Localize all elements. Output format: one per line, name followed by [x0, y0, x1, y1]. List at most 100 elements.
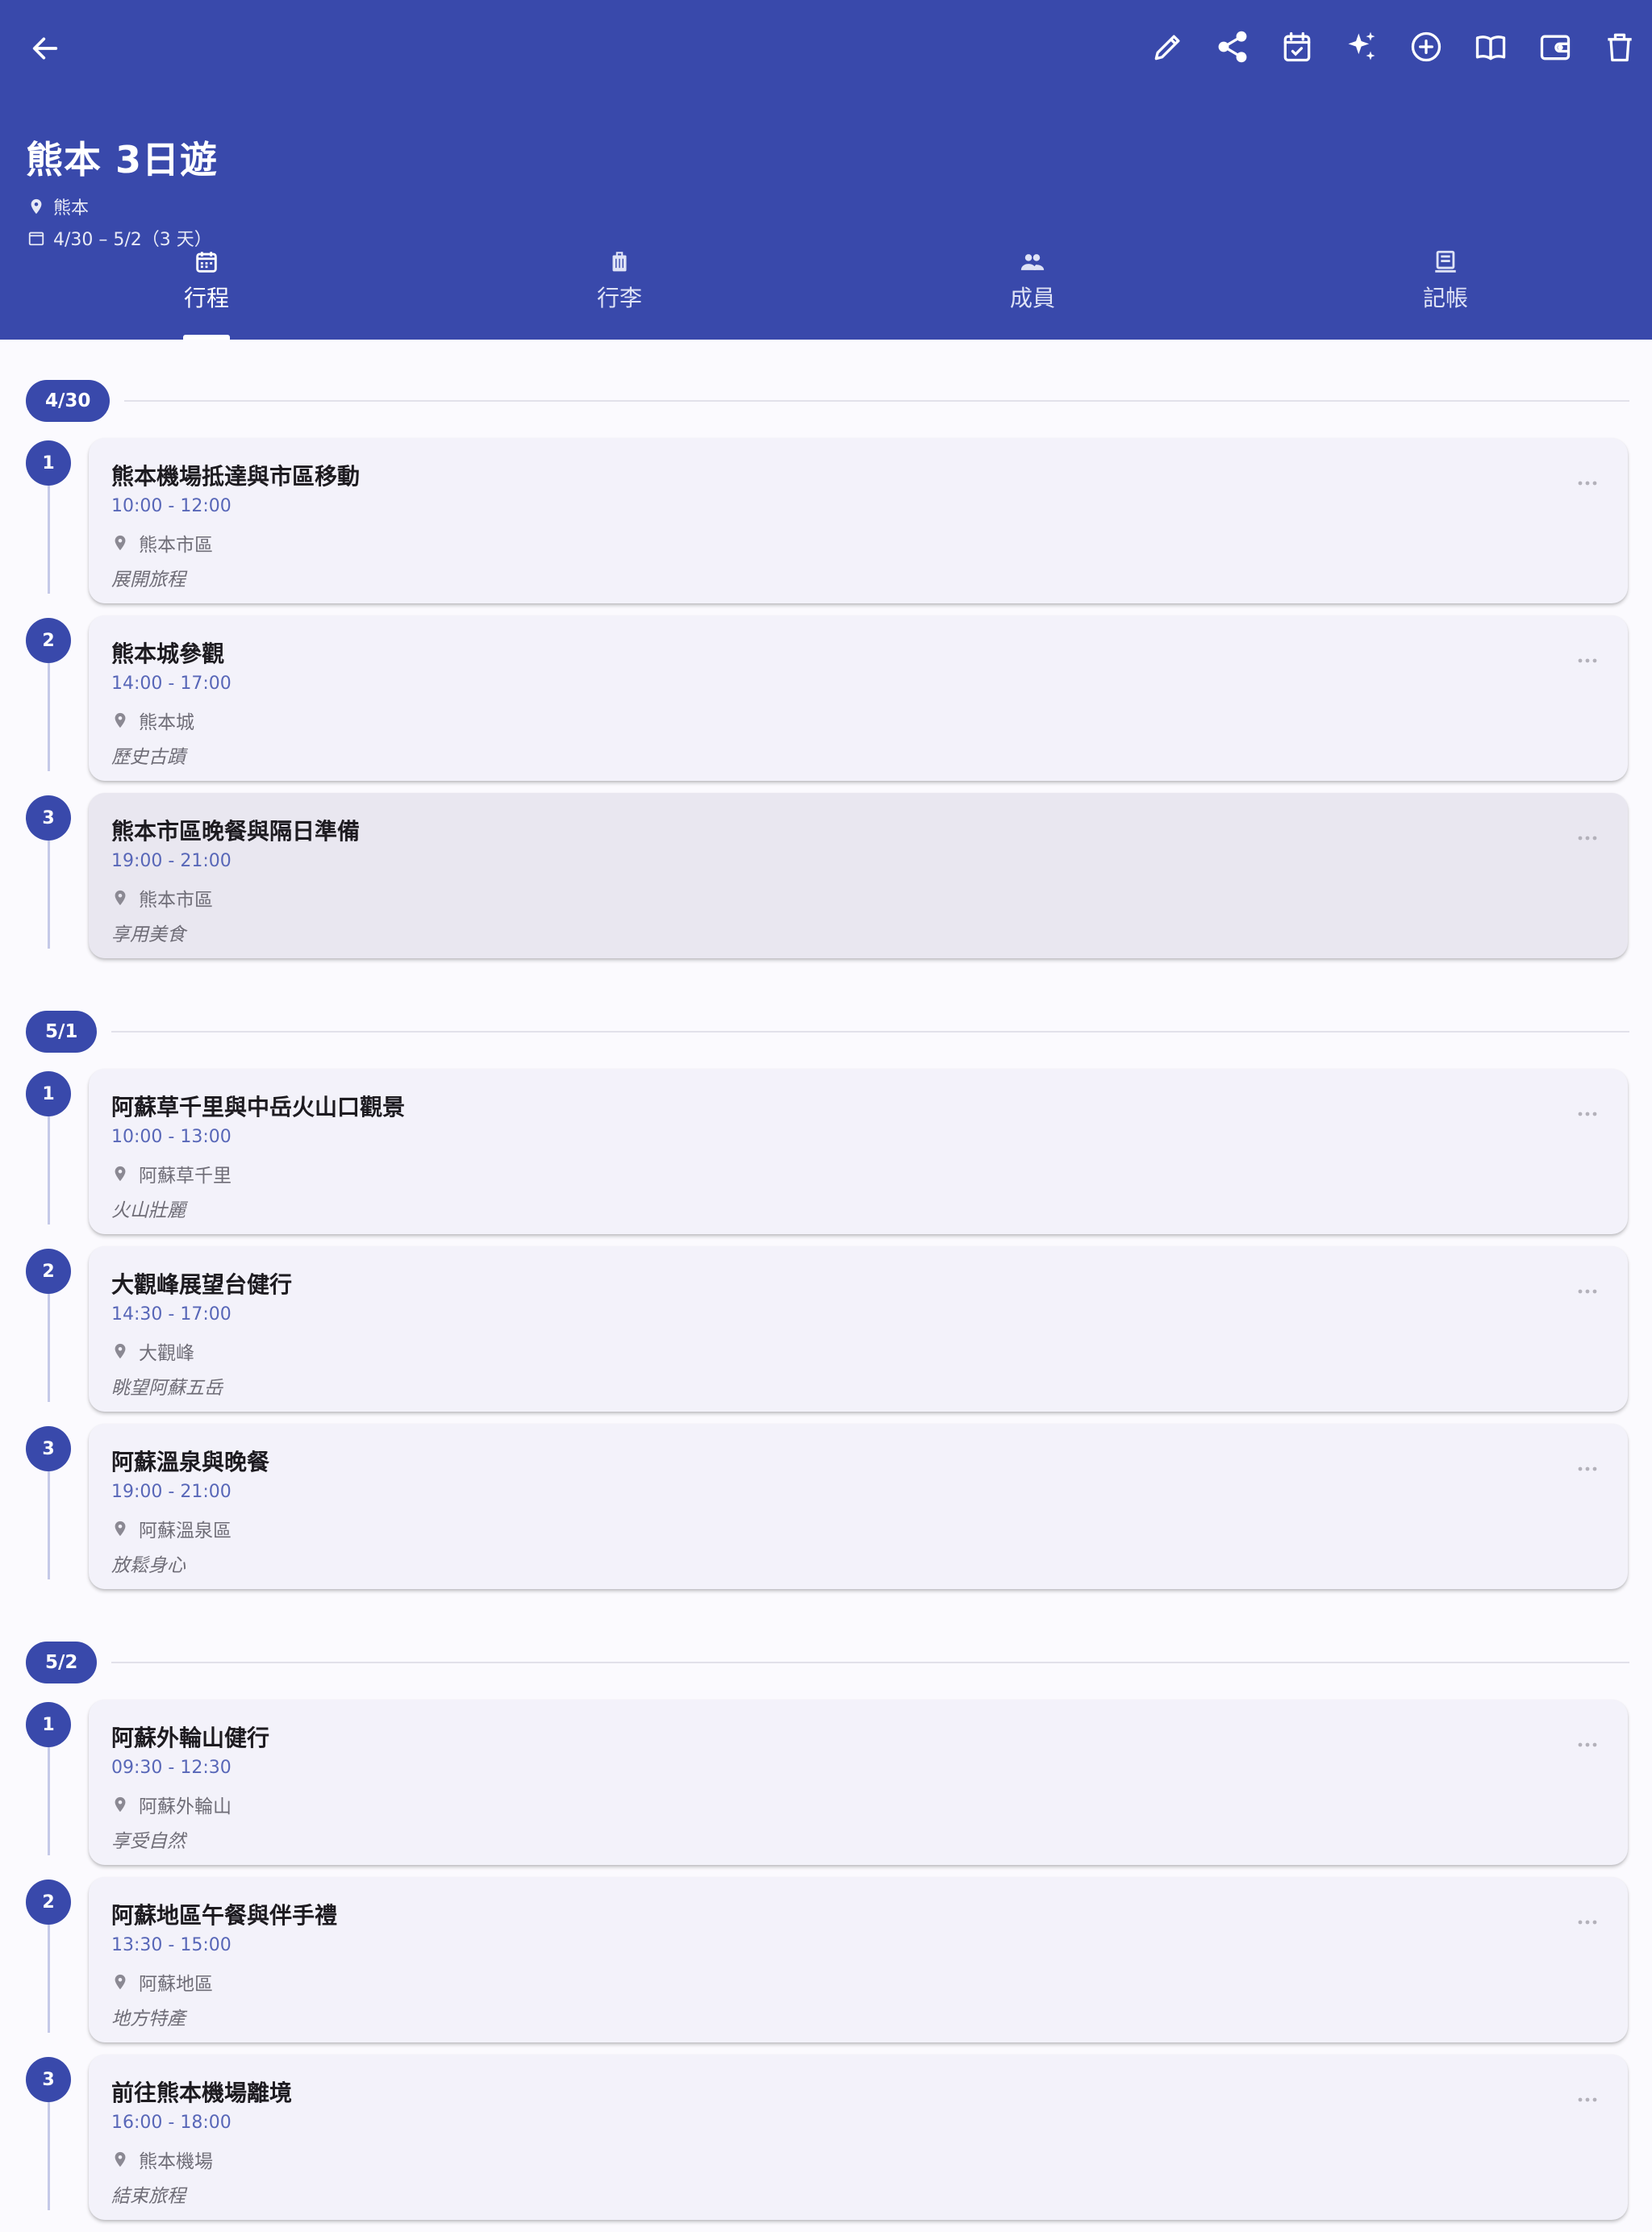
activity-card[interactable]: 前往熊本機場離境 16:00 - 18:00 熊本機場 結束旅程: [89, 2055, 1628, 2220]
trip-location: 熊本: [27, 194, 89, 219]
step-number-badge: 2: [26, 1249, 71, 1294]
activity-location: 熊本市區: [111, 529, 213, 557]
more-horizontal-icon: [1578, 481, 1597, 486]
location-pin-icon: [115, 2151, 126, 2167]
timeline-connector: [48, 1471, 50, 1579]
activity-location-text: 阿蘇草千里: [139, 1166, 232, 1187]
location-pin-icon: [115, 535, 126, 551]
people-icon: [1020, 254, 1045, 270]
more-horizontal-icon: [1578, 658, 1597, 663]
timeline-connector: [48, 663, 50, 771]
activity-card[interactable]: 大觀峰展望台健行 14:30 - 17:00 大觀峰 眺望阿蘇五岳: [89, 1246, 1628, 1412]
activity-card[interactable]: 阿蘇溫泉與晚餐 19:00 - 21:00 阿蘇溫泉區 放鬆身心: [89, 1424, 1628, 1589]
more-options-button[interactable]: [1568, 470, 1607, 496]
day-header: 5/2: [26, 1642, 1652, 1683]
wallet-icon: [1540, 35, 1571, 60]
guide-button[interactable]: [1466, 23, 1515, 71]
divider: [111, 1031, 1629, 1033]
activity-time: 13:30 - 15:00: [111, 1935, 232, 1955]
activity-card[interactable]: 熊本機場抵達與市區移動 10:00 - 12:00 熊本市區 展開旅程: [89, 438, 1628, 603]
more-options-button[interactable]: [1568, 1101, 1607, 1127]
activity-location: 阿蘇溫泉區: [111, 1515, 232, 1542]
more-options-button[interactable]: [1568, 1456, 1607, 1482]
activity-time: 10:00 - 13:00: [111, 1127, 232, 1147]
activity-card[interactable]: 阿蘇外輪山健行 09:30 - 12:30 阿蘇外輪山 享受自然: [89, 1700, 1628, 1865]
edit-button[interactable]: [1144, 23, 1192, 71]
calendar-icon: [196, 252, 217, 273]
back-button[interactable]: [23, 26, 68, 71]
toolbar-actions: [1144, 23, 1644, 71]
more-options-button[interactable]: [1568, 1279, 1607, 1304]
activity-card[interactable]: 阿蘇草千里與中岳火山口觀景 10:00 - 13:00 阿蘇草千里 火山壯麗: [89, 1069, 1628, 1234]
itinerary-item: 3 阿蘇溫泉與晚餐 19:00 - 21:00 阿蘇溫泉區 放鬆身心: [0, 1424, 1652, 1601]
day-header: 4/30: [26, 380, 1652, 422]
more-options-button[interactable]: [1568, 648, 1607, 674]
tab-luggage[interactable]: 行李: [413, 242, 826, 340]
tab-itinerary[interactable]: 行程: [0, 242, 413, 340]
arrow-left-icon: [32, 37, 58, 60]
location-pin-icon: [115, 1521, 126, 1537]
tab-members[interactable]: 成員: [826, 242, 1239, 340]
tab-label: 記帳: [1422, 285, 1468, 311]
more-options-button[interactable]: [1568, 1909, 1607, 1935]
activity-note: 歷史古蹟: [111, 747, 186, 768]
delete-icon: [1608, 33, 1632, 62]
share-button[interactable]: [1208, 23, 1257, 71]
tab-expenses[interactable]: 記帳: [1239, 242, 1652, 340]
add-item-button[interactable]: [1402, 23, 1450, 71]
itinerary-item: 2 大觀峰展望台健行 14:30 - 17:00 大觀峰 眺望阿蘇五岳: [0, 1246, 1652, 1424]
itinerary-item: 1 阿蘇外輪山健行 09:30 - 12:30 阿蘇外輪山 享受自然: [0, 1700, 1652, 1877]
activity-location-text: 熊本城: [139, 712, 194, 733]
delete-button[interactable]: [1596, 23, 1644, 71]
location-pin-icon: [115, 712, 126, 728]
more-horizontal-icon: [1578, 1289, 1597, 1294]
activity-time: 19:00 - 21:00: [111, 851, 232, 871]
ai-suggest-button[interactable]: [1337, 23, 1386, 71]
add-circle-icon: [1411, 31, 1441, 62]
activity-location-text: 阿蘇溫泉區: [139, 1521, 232, 1542]
timeline-connector: [48, 1294, 50, 1402]
timeline-connector: [48, 486, 50, 594]
day-chip: 4/30: [26, 380, 111, 422]
activity-time: 19:00 - 21:00: [111, 1482, 232, 1502]
activity-card[interactable]: 阿蘇地區午餐與伴手禮 13:30 - 15:00 阿蘇地區 地方特產: [89, 1877, 1628, 2042]
timeline-connector: [48, 1116, 50, 1224]
activity-time: 10:00 - 12:00: [111, 496, 232, 516]
step-number-badge: 2: [26, 618, 71, 663]
activity-card[interactable]: 熊本城參觀 14:00 - 17:00 熊本城 歷史古蹟: [89, 615, 1628, 781]
activity-time: 09:30 - 12:30: [111, 1758, 232, 1778]
more-horizontal-icon: [1578, 836, 1597, 841]
activity-location: 阿蘇地區: [111, 1968, 213, 1996]
activity-location: 阿蘇外輪山: [111, 1791, 232, 1818]
activity-card[interactable]: 熊本市區晚餐與隔日準備 19:00 - 21:00 熊本市區 享用美食: [89, 793, 1628, 958]
more-options-button[interactable]: [1568, 825, 1607, 851]
activity-time: 14:30 - 17:00: [111, 1304, 232, 1325]
tab-bar: 行程 行李 成員 記帳: [0, 242, 1652, 340]
more-horizontal-icon: [1578, 1466, 1597, 1471]
more-options-button[interactable]: [1568, 1732, 1607, 1758]
wallet-button[interactable]: [1531, 23, 1579, 71]
calendar-sync-button[interactable]: [1273, 23, 1321, 71]
receipt-icon: [1435, 250, 1456, 273]
ai-sparkle-icon: [1348, 31, 1375, 60]
itinerary-item: 2 阿蘇地區午餐與伴手禮 13:30 - 15:00 阿蘇地區 地方特產: [0, 1877, 1652, 2055]
activity-title: 熊本機場抵達與市區移動: [111, 463, 361, 490]
activity-location: 熊本市區: [111, 884, 213, 912]
itinerary-list[interactable]: 4/30 1 熊本機場抵達與市區移動 10:00 - 12:00 熊本市區 展開…: [0, 340, 1652, 2232]
activity-note: 享用美食: [111, 924, 186, 945]
more-horizontal-icon: [1578, 1742, 1597, 1747]
location-pin-icon: [31, 198, 42, 215]
more-options-button[interactable]: [1568, 2087, 1607, 2113]
divider: [111, 1662, 1629, 1663]
activity-location-text: 熊本市區: [139, 890, 213, 911]
step-number-badge: 3: [26, 2057, 71, 2102]
step-number-badge: 1: [26, 440, 71, 486]
app-bar: 熊本 3日遊 熊本 4/30 – 5/2（3 天） 行程 行李 成員 記帳: [0, 0, 1652, 340]
activity-note: 展開旅程: [111, 569, 186, 590]
tab-label: 成員: [1009, 285, 1055, 311]
page-title: 熊本 3日遊: [26, 138, 219, 181]
day-section: 5/1 1 阿蘇草千里與中岳火山口觀景 10:00 - 13:00 阿蘇草千里 …: [0, 1011, 1652, 1601]
activity-title: 大觀峰展望台健行: [111, 1271, 293, 1298]
more-horizontal-icon: [1578, 1112, 1597, 1116]
tab-label: 行李: [596, 285, 642, 311]
